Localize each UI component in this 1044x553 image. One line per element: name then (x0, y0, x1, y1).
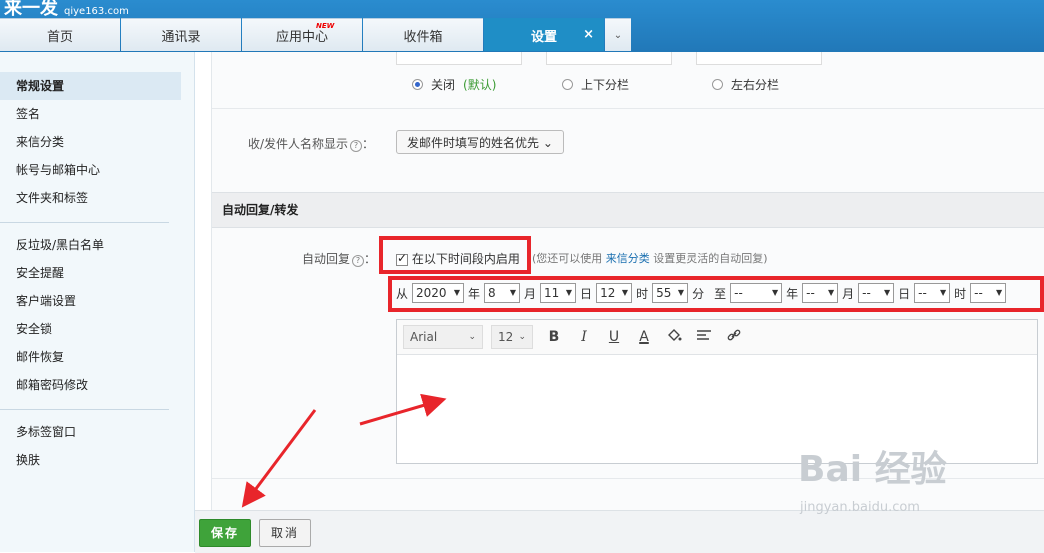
settings-sidebar: 常规设置 签名 来信分类 帐号与邮箱中心 文件夹和标签 反垃圾/黑白名单 安全提… (0, 52, 195, 552)
sidebar-item-mail-recovery[interactable]: 邮件恢复 (0, 343, 181, 371)
sidebar-item-password[interactable]: 邮箱密码修改 (0, 371, 181, 399)
sidebar-item-client-settings[interactable]: 客户端设置 (0, 287, 181, 315)
new-badge: NEW (316, 22, 335, 30)
tab-contacts[interactable]: 通讯录 (121, 18, 241, 51)
sidebar-item-multi-tab[interactable]: 多标签窗口 (0, 418, 181, 446)
sidebar-item-security-alert[interactable]: 安全提醒 (0, 259, 181, 287)
top-bar: 来一发 qiye163.com 首页 通讯录 应用中心 NEW 收件箱 设置 × ⌄ (0, 0, 1044, 52)
sidebar-item-general[interactable]: 常规设置 (0, 72, 181, 100)
close-icon[interactable]: × (583, 27, 594, 42)
sidebar-item-folders-tags[interactable]: 文件夹和标签 (0, 184, 181, 212)
tab-settings[interactable]: 设置 × (484, 18, 604, 51)
tab-home[interactable]: 首页 (0, 18, 120, 51)
tab-inbox[interactable]: 收件箱 (363, 18, 483, 51)
sidebar-item-skin[interactable]: 换肤 (0, 446, 181, 474)
sidebar-item-security-lock[interactable]: 安全锁 (0, 315, 181, 343)
sidebar-item-mail-rules[interactable]: 来信分类 (0, 128, 181, 156)
sidebar-item-antispam[interactable]: 反垃圾/黑白名单 (0, 231, 181, 259)
sidebar-divider (0, 409, 169, 410)
sidebar-item-signature[interactable]: 签名 (0, 100, 181, 128)
watermark-url: jingyan.baidu.com (800, 500, 920, 515)
settings-footer: 保存 取消 (195, 510, 1044, 553)
sidebar-divider (0, 222, 169, 223)
main-tabs: 首页 通讯录 应用中心 NEW 收件箱 设置 × ⌄ (0, 18, 631, 52)
watermark-logo: Bai 经验 (798, 449, 947, 490)
cancel-button[interactable]: 取消 (259, 519, 311, 547)
sidebar-item-accounts[interactable]: 帐号与邮箱中心 (0, 156, 181, 184)
save-button[interactable]: 保存 (199, 519, 251, 547)
chevron-down-icon[interactable]: ⌄ (605, 18, 631, 51)
app-logo: 来一发 qiye163.com (4, 0, 129, 19)
tab-app-center[interactable]: 应用中心 NEW (242, 18, 362, 51)
